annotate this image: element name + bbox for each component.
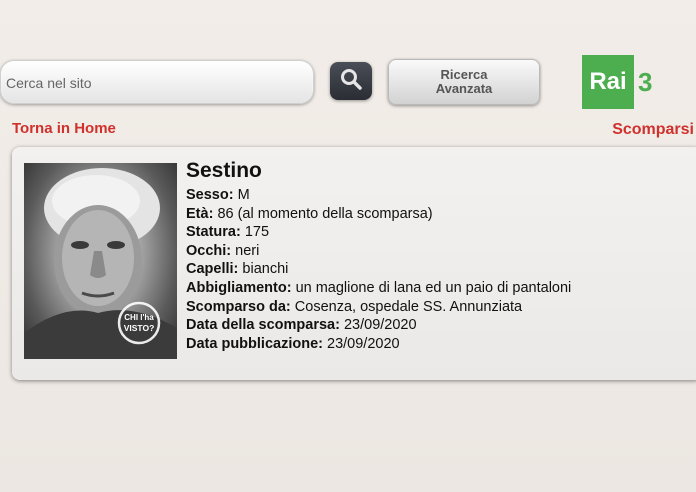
field-value: neri	[235, 242, 260, 259]
person-card: CHI l'ha VISTO? Sestino Sesso: M Età: 86…	[12, 147, 696, 380]
field-label: Statura:	[186, 224, 241, 241]
field-value: 23/09/2020	[327, 335, 400, 352]
field-value: bianchi	[242, 261, 289, 278]
home-link[interactable]: Torna in Home	[12, 120, 116, 137]
field-eta: Età: 86 (al momento della scomparsa)	[186, 205, 571, 224]
search-icon	[339, 67, 363, 96]
field-label: Abbigliamento:	[186, 279, 292, 296]
field-data-scomparsa: Data della scomparsa: 23/09/2020	[186, 316, 571, 335]
rai3-logo[interactable]: Rai 3	[582, 55, 660, 109]
field-abbigliamento: Abbigliamento: un maglione di lana ed un…	[186, 279, 571, 298]
advanced-search-label-line2: Avanzata	[435, 81, 493, 96]
person-photo: CHI l'ha VISTO?	[24, 163, 177, 359]
field-statura: Statura: 175	[186, 223, 571, 242]
field-occhi: Occhi: neri	[186, 242, 571, 261]
field-value: 175	[244, 224, 270, 241]
field-label: Data pubblicazione:	[186, 335, 323, 352]
advanced-search-button[interactable]: Ricerca Avanzata	[388, 59, 540, 105]
field-sesso: Sesso: M	[186, 186, 571, 205]
field-capelli: Capelli: bianchi	[186, 260, 571, 279]
logo-number: 3	[638, 67, 653, 97]
field-value: 86 (al momento della scomparsa)	[217, 205, 433, 222]
field-value: M	[237, 187, 250, 203]
logo-text: Rai	[582, 55, 634, 109]
section-title: Scomparsi	[612, 121, 694, 138]
field-value: Cosenza, ospedale SS. Annunziata	[294, 298, 523, 315]
field-value: 23/09/2020	[343, 317, 417, 334]
svg-text:VISTO?: VISTO?	[124, 323, 155, 333]
field-value: un maglione di lana ed un paio di pantal…	[295, 279, 572, 296]
field-scomparso-da: Scomparso da: Cosenza, ospedale SS. Annu…	[186, 298, 571, 317]
search-button[interactable]	[330, 62, 372, 100]
field-data-pubblicazione: Data pubblicazione: 23/09/2020	[186, 335, 571, 354]
search-input[interactable]	[4, 71, 308, 95]
field-label: Occhi:	[186, 242, 232, 259]
field-label: Sesso:	[186, 187, 234, 203]
field-label: Data della scomparsa:	[186, 317, 340, 334]
field-label: Capelli:	[186, 261, 239, 278]
svg-text:CHI l'ha: CHI l'ha	[124, 313, 154, 322]
field-label: Età:	[186, 205, 214, 222]
advanced-search-label-line1: Ricerca	[440, 67, 488, 82]
person-name: Sestino	[186, 159, 262, 182]
person-info: Sestino Sesso: M Età: 86 (al momento del…	[186, 159, 571, 353]
search-box[interactable]	[0, 60, 314, 104]
field-label: Scomparso da:	[186, 298, 291, 315]
